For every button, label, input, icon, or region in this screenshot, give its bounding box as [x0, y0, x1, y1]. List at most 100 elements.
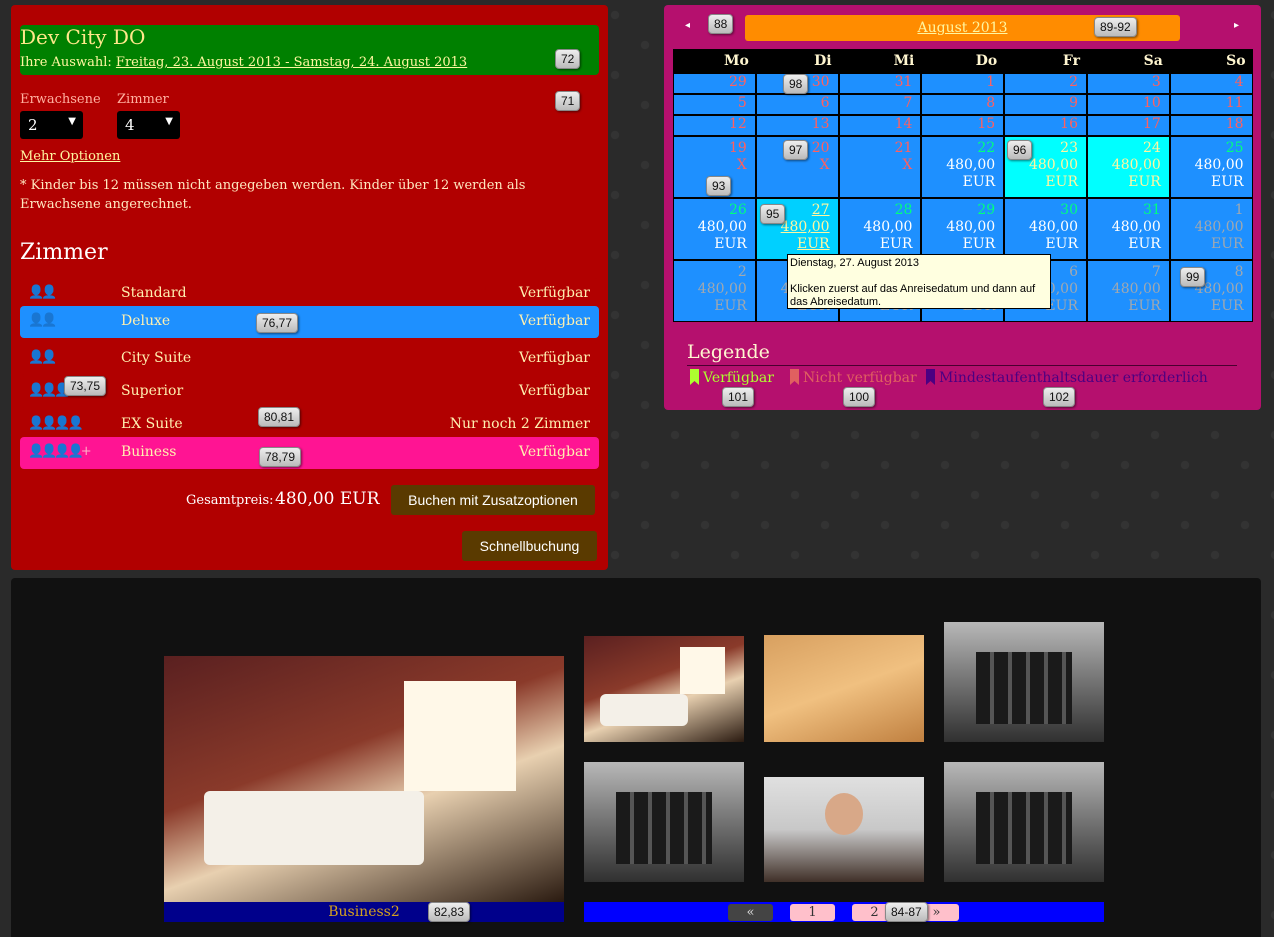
- weekday-label: Do: [975, 53, 998, 69]
- calendar-day[interactable]: 3: [1086, 73, 1170, 94]
- room-row[interactable]: 👤👤 City Suite Verfügbar: [20, 343, 599, 375]
- calendar-day[interactable]: 4: [1169, 73, 1253, 94]
- calendar-day[interactable]: 7 480,00 EUR: [1086, 260, 1170, 322]
- day-number: 28: [894, 202, 913, 218]
- annotation-tag: 89-92: [1094, 17, 1137, 37]
- thumbnail[interactable]: [944, 622, 1104, 742]
- day-currency: EUR: [1211, 236, 1244, 252]
- next-month-icon[interactable]: ▸: [1234, 20, 1239, 31]
- calendar-day[interactable]: 1: [921, 73, 1005, 94]
- legend-divider: [687, 365, 1237, 366]
- calendar-day[interactable]: 28 480,00 EUR: [838, 198, 922, 260]
- annotation-tag: 93: [706, 176, 732, 196]
- calendar-day[interactable]: 16: [1004, 115, 1087, 136]
- day-price: 480,00: [1111, 157, 1161, 173]
- annotation-tag: 80,81: [258, 407, 301, 427]
- weekday-label: Mi: [893, 53, 915, 69]
- calendar-day[interactable]: 31: [838, 73, 922, 94]
- calendar-day[interactable]: 12: [673, 115, 756, 136]
- day-number: 22: [977, 140, 996, 156]
- selection-info: Ihre Auswahl: Freitag, 23. August 2013 -…: [20, 55, 467, 70]
- room-row[interactable]: 👤👤👤👤+ Buiness Verfügbar: [20, 437, 599, 469]
- book-with-extras-button[interactable]: Buchen mit Zusatzoptionen: [391, 485, 595, 515]
- day-number: 19: [728, 140, 747, 156]
- day-currency: EUR: [962, 236, 996, 252]
- calendar-day[interactable]: 18: [1169, 115, 1253, 136]
- room-availability: Nur noch 2 Zimmer: [449, 416, 590, 432]
- day-price: 480,00: [1028, 219, 1078, 235]
- legend-label: Mindestaufenthaltsdauer erforderlich: [939, 370, 1208, 386]
- calendar-day[interactable]: 9: [1004, 94, 1087, 115]
- thumbnail[interactable]: [764, 635, 924, 742]
- day-currency: EUR: [1128, 298, 1161, 314]
- calendar-day[interactable]: 6: [755, 94, 839, 115]
- day-number: 30: [1060, 202, 1078, 218]
- pager-page-1[interactable]: 1: [790, 904, 835, 921]
- calendar-day[interactable]: 17: [1086, 115, 1170, 136]
- bookmark-icon: [926, 369, 935, 385]
- room-availability: Verfügbar: [519, 383, 590, 399]
- calendar-day[interactable]: 11: [1169, 94, 1253, 115]
- thumbnail[interactable]: [944, 762, 1104, 882]
- calendar-day[interactable]: 5: [673, 94, 756, 115]
- thumbnail[interactable]: [584, 636, 744, 742]
- annotation-tag: 73,75: [64, 376, 107, 396]
- adults-select[interactable]: 2 ▼: [20, 111, 83, 139]
- day-price: 480,00: [1111, 281, 1161, 297]
- total-price-value: 480,00 EUR: [275, 489, 380, 509]
- day-currency: EUR: [1211, 298, 1244, 314]
- gallery-pager: « 1 2 »: [584, 902, 1104, 922]
- guests-icon: 👤👤: [28, 350, 57, 365]
- calendar-day[interactable]: 31 480,00 EUR: [1086, 198, 1170, 260]
- weekday-label: Sa: [1143, 53, 1163, 69]
- day-price: 480,00: [697, 219, 747, 235]
- annotation-tag: 102: [1043, 387, 1076, 407]
- day-currency: EUR: [1045, 236, 1078, 252]
- guests-icon: 👤👤: [28, 285, 57, 300]
- calendar-day[interactable]: 29: [673, 73, 756, 94]
- calendar-day[interactable]: 24 480,00 EUR: [1086, 136, 1170, 198]
- calendar-day[interactable]: 21 X: [838, 136, 922, 198]
- thumbnail[interactable]: [764, 777, 924, 882]
- calendar-nav: ◂ August 2013 ▸: [673, 15, 1253, 41]
- day-number: 2: [737, 264, 747, 280]
- prev-month-icon[interactable]: ◂: [685, 20, 690, 31]
- main-photo[interactable]: [164, 656, 564, 902]
- calendar-day[interactable]: 10: [1086, 94, 1170, 115]
- calendar-day[interactable]: 29 480,00 EUR: [921, 198, 1005, 260]
- calendar-day[interactable]: 25 480,00 EUR: [1169, 136, 1253, 198]
- room-row[interactable]: 👤👤👤 Superior Verfügbar: [20, 376, 599, 408]
- chevron-down-icon: ▼: [68, 116, 76, 127]
- more-options-link[interactable]: Mehr Optionen: [20, 149, 120, 164]
- day-price: 480,00: [946, 219, 996, 235]
- rooms-count-select[interactable]: 4 ▼: [117, 111, 180, 139]
- calendar-day[interactable]: 7: [838, 94, 922, 115]
- calendar-day[interactable]: 2: [1004, 73, 1087, 94]
- room-row[interactable]: 👤👤 Deluxe Verfügbar: [20, 306, 599, 338]
- calendar-day[interactable]: 13: [755, 115, 839, 136]
- calendar-day[interactable]: 2 480,00 EUR: [673, 260, 756, 322]
- quick-book-button[interactable]: Schnellbuchung: [462, 531, 597, 561]
- calendar-day[interactable]: 26 480,00 EUR: [673, 198, 756, 260]
- day-number: 26: [728, 202, 747, 218]
- calendar-day[interactable]: 15: [921, 115, 1005, 136]
- calendar-day[interactable]: 14: [838, 115, 922, 136]
- room-name: Superior: [121, 383, 184, 399]
- calendar-day[interactable]: 1 480,00 EUR: [1169, 198, 1253, 260]
- day-price: X: [736, 157, 747, 173]
- day-currency: EUR: [1128, 236, 1161, 252]
- calendar-day[interactable]: 22 480,00 EUR: [921, 136, 1005, 198]
- day-number: 7: [1151, 264, 1161, 280]
- children-note: * Kinder bis 12 müssen nicht angegeben w…: [20, 178, 526, 212]
- day-number: 29: [977, 202, 996, 218]
- bookmark-icon: [690, 369, 699, 385]
- adults-label: Erwachsene: [20, 92, 101, 107]
- calendar-day[interactable]: 8: [921, 94, 1005, 115]
- annotation-tag: 96: [1007, 140, 1033, 160]
- thumbnail[interactable]: [584, 762, 744, 882]
- room-name: Buiness: [121, 444, 177, 460]
- calendar-day[interactable]: 30 480,00 EUR: [1004, 198, 1087, 260]
- selection-dates-link[interactable]: Freitag, 23. August 2013 - Samstag, 24. …: [116, 55, 467, 70]
- legend-title: Legende: [687, 341, 770, 363]
- pager-prev-button[interactable]: «: [728, 904, 773, 921]
